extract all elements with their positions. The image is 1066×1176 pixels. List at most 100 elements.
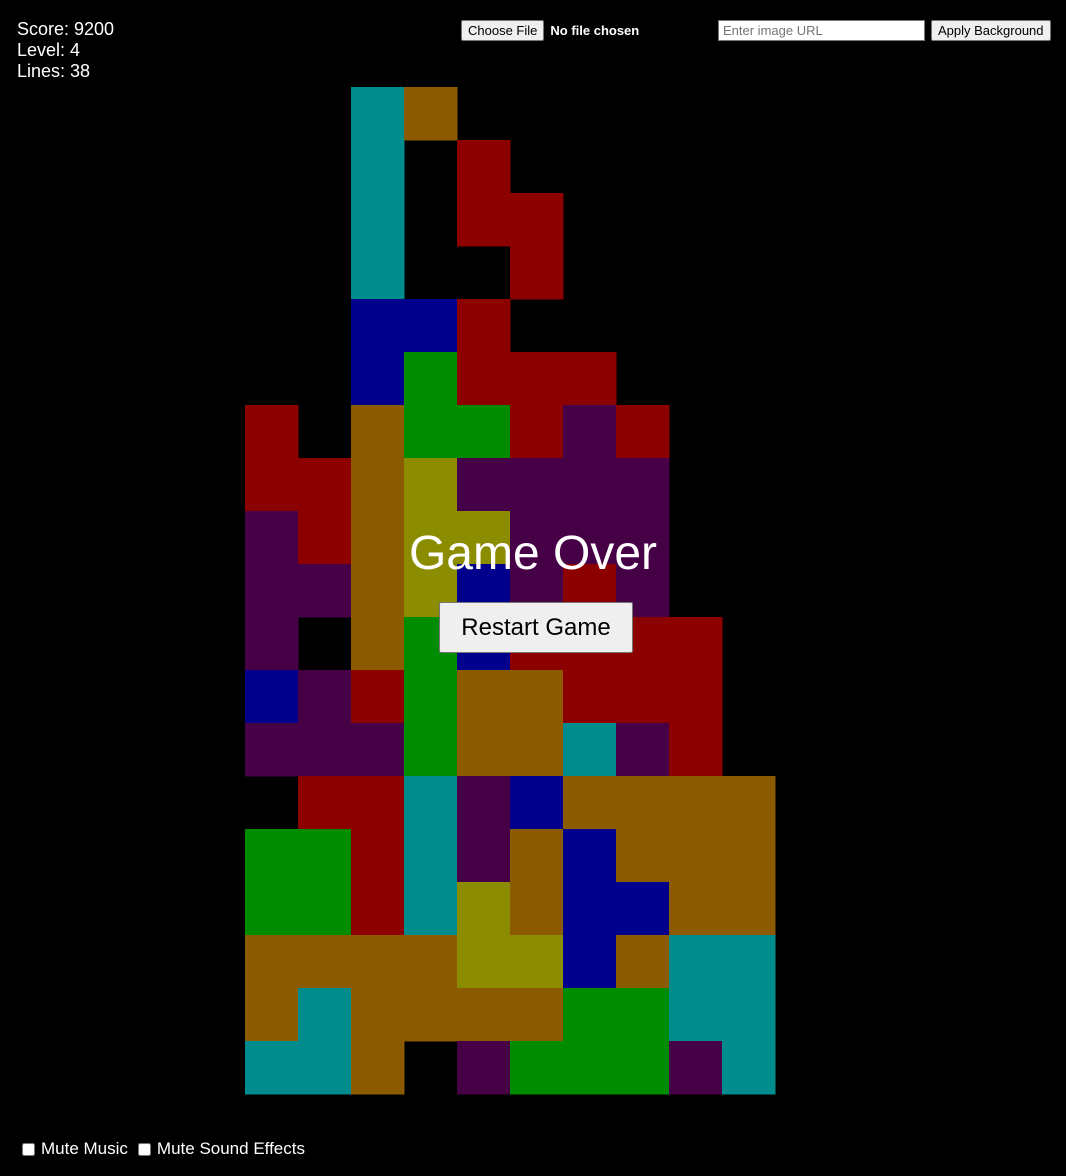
board-cell bbox=[510, 246, 564, 300]
mute-sfx-option[interactable]: Mute Sound Effects bbox=[136, 1139, 305, 1159]
board-cell bbox=[457, 723, 511, 777]
board-cell bbox=[298, 458, 352, 512]
board-cell bbox=[245, 458, 299, 512]
restart-game-button[interactable]: Restart Game bbox=[439, 602, 633, 653]
board-cell bbox=[616, 988, 670, 1042]
board-cell bbox=[457, 405, 511, 459]
board-cell bbox=[669, 935, 723, 989]
board-cell bbox=[669, 882, 723, 936]
board-cell bbox=[616, 670, 670, 724]
board-cell bbox=[616, 723, 670, 777]
board-cell bbox=[669, 723, 723, 777]
board-cell bbox=[563, 1041, 617, 1095]
board-cell bbox=[351, 299, 405, 353]
board-cell bbox=[563, 988, 617, 1042]
board-cell bbox=[404, 829, 458, 883]
board-cell bbox=[351, 246, 405, 300]
board-cell bbox=[510, 723, 564, 777]
board-cell bbox=[563, 670, 617, 724]
board-cell bbox=[404, 935, 458, 989]
board-cell bbox=[457, 988, 511, 1042]
board-cell bbox=[510, 193, 564, 247]
board-cell bbox=[510, 670, 564, 724]
board-cell bbox=[722, 829, 776, 883]
board-cell bbox=[245, 829, 299, 883]
board-cell bbox=[351, 405, 405, 459]
board-cell bbox=[351, 352, 405, 406]
board-cell bbox=[245, 1041, 299, 1095]
game-board bbox=[245, 87, 776, 1095]
board-cell bbox=[298, 988, 352, 1042]
board-cell bbox=[563, 882, 617, 936]
board-cell bbox=[351, 882, 405, 936]
board-cell bbox=[669, 988, 723, 1042]
board-cell bbox=[510, 405, 564, 459]
board-cell bbox=[616, 882, 670, 936]
board-cell bbox=[298, 829, 352, 883]
board-cell bbox=[351, 1041, 405, 1095]
board-cell bbox=[563, 352, 617, 406]
board-cell bbox=[351, 193, 405, 247]
board-cell bbox=[669, 776, 723, 830]
board-cell bbox=[457, 935, 511, 989]
mute-music-label: Mute Music bbox=[41, 1139, 128, 1158]
board-cell bbox=[669, 670, 723, 724]
audio-controls: Mute Music Mute Sound Effects bbox=[20, 1139, 313, 1159]
board-cell bbox=[563, 723, 617, 777]
board-cell bbox=[298, 882, 352, 936]
board-cell bbox=[298, 670, 352, 724]
board-cell bbox=[563, 829, 617, 883]
board-cell bbox=[563, 458, 617, 512]
board-cell bbox=[351, 458, 405, 512]
board-cell bbox=[351, 140, 405, 194]
board-cell bbox=[510, 458, 564, 512]
board-cell bbox=[298, 776, 352, 830]
board-cell bbox=[510, 1041, 564, 1095]
board-cell bbox=[616, 829, 670, 883]
board-cell bbox=[351, 670, 405, 724]
board-cell bbox=[404, 723, 458, 777]
board-cell bbox=[298, 723, 352, 777]
board-cell bbox=[245, 935, 299, 989]
board-cell bbox=[245, 988, 299, 1042]
mute-music-option[interactable]: Mute Music bbox=[20, 1139, 128, 1159]
board-cell bbox=[404, 87, 458, 141]
mute-sfx-checkbox[interactable] bbox=[137, 1142, 151, 1156]
mute-music-checkbox[interactable] bbox=[22, 1142, 35, 1156]
board-cell bbox=[351, 776, 405, 830]
board-cell bbox=[722, 776, 776, 830]
board-cell bbox=[457, 882, 511, 936]
board-cell bbox=[351, 988, 405, 1042]
board-cell bbox=[669, 617, 723, 671]
board-cell bbox=[457, 140, 511, 194]
board-cell bbox=[563, 405, 617, 459]
board-cell bbox=[457, 670, 511, 724]
board-cell bbox=[722, 988, 776, 1042]
board-cell bbox=[616, 935, 670, 989]
board-cell bbox=[457, 193, 511, 247]
board-cell bbox=[404, 405, 458, 459]
board-cell bbox=[404, 458, 458, 512]
board-cell bbox=[245, 882, 299, 936]
board-cell bbox=[404, 988, 458, 1042]
board-cell bbox=[351, 723, 405, 777]
board-cell bbox=[722, 1041, 776, 1095]
board-cell bbox=[457, 352, 511, 406]
mute-sfx-label: Mute Sound Effects bbox=[156, 1139, 305, 1158]
board-cell bbox=[510, 829, 564, 883]
board-cell bbox=[457, 458, 511, 512]
board-cell bbox=[245, 670, 299, 724]
board-cell bbox=[510, 882, 564, 936]
board-cell bbox=[510, 988, 564, 1042]
board-cell bbox=[245, 405, 299, 459]
board-cell bbox=[510, 776, 564, 830]
board-cell bbox=[298, 935, 352, 989]
board-cell bbox=[404, 299, 458, 353]
board-cell bbox=[351, 935, 405, 989]
board-cell bbox=[510, 935, 564, 989]
board-cell bbox=[457, 829, 511, 883]
board-cell bbox=[245, 723, 299, 777]
board-cell bbox=[457, 299, 511, 353]
board-cell bbox=[298, 1041, 352, 1095]
board-cell bbox=[351, 87, 405, 141]
